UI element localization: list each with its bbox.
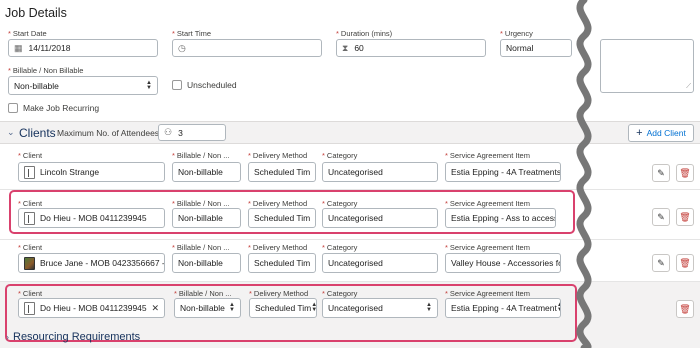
urgency-field[interactable]: Normal bbox=[500, 39, 572, 57]
client-field[interactable]: Lincoln Strange bbox=[18, 162, 165, 182]
select-arrows-icon: ▲▼ bbox=[146, 79, 152, 91]
category-col-label: * Category bbox=[322, 243, 358, 252]
billable-field[interactable]: Non-billable bbox=[172, 162, 241, 182]
service-col-label: * Service Agreement Item bbox=[445, 243, 530, 252]
billable-field[interactable]: Non-billable bbox=[172, 253, 241, 273]
clients-title: Clients bbox=[19, 126, 56, 140]
edit-row-button[interactable]: ✎ bbox=[652, 208, 670, 226]
trash-icon: 🗑 bbox=[679, 303, 691, 314]
resourcing-section-header[interactable]: › Resourcing Requirements bbox=[6, 331, 140, 343]
delete-row-button[interactable]: 🗑 bbox=[676, 254, 694, 272]
delivery-field[interactable]: Scheduled Tim bbox=[248, 253, 316, 273]
delete-row-button[interactable]: 🗑 bbox=[676, 164, 694, 182]
urgency-label: * Urgency bbox=[500, 29, 533, 38]
category-col-label: * Category bbox=[322, 151, 358, 160]
client-label: * Client bbox=[18, 151, 43, 160]
trash-icon: 🗑 bbox=[679, 257, 691, 268]
delivery-col-label: * Delivery Method bbox=[248, 151, 308, 160]
start-time-field[interactable]: ◷ bbox=[172, 39, 322, 57]
resize-handle-icon[interactable]: ⟋ bbox=[686, 83, 691, 91]
client-field[interactable]: Bruce Jane - MOB 0423356667 - D bbox=[18, 253, 165, 273]
delete-row-button[interactable]: 🗑 bbox=[676, 300, 694, 318]
delivery-col-label: * Delivery Method bbox=[248, 243, 308, 252]
service-field[interactable]: Valley House - Accessories fo bbox=[445, 253, 561, 273]
billable-col-label: * Billable / Non ... bbox=[172, 151, 230, 160]
max-attendees-field[interactable]: ⚇ 3 bbox=[158, 124, 226, 141]
add-client-button[interactable]: + Add Client bbox=[628, 124, 694, 142]
billable-label: * Billable / Non Billable bbox=[8, 66, 84, 75]
edit-row-button[interactable]: ✎ bbox=[652, 164, 670, 182]
plus-icon: + bbox=[636, 127, 643, 139]
pencil-icon: ✎ bbox=[657, 167, 665, 178]
torn-edge-decoration bbox=[576, 0, 592, 348]
edit-row-button[interactable]: ✎ bbox=[652, 254, 670, 272]
service-col-label: * Service Agreement Item bbox=[445, 151, 530, 160]
category-field[interactable]: Uncategorised bbox=[322, 162, 438, 182]
delivery-field[interactable]: Scheduled Tim bbox=[248, 162, 316, 182]
service-field[interactable]: Estia Epping - 4A Treatments bbox=[445, 162, 561, 182]
user-icon: ⚇ bbox=[164, 127, 173, 137]
recurring-checkbox[interactable] bbox=[8, 103, 18, 113]
max-attendees-label: Maximum No. of Attendees bbox=[57, 128, 160, 138]
highlight-box bbox=[9, 190, 575, 234]
contact-photo-icon bbox=[24, 256, 35, 270]
category-field[interactable]: Uncategorised bbox=[322, 253, 438, 273]
start-date-label: * Start Date bbox=[8, 29, 47, 38]
calendar-icon: ▦ bbox=[14, 42, 23, 53]
delete-row-button[interactable]: 🗑 bbox=[676, 208, 694, 226]
recurring-label: Make Job Recurring bbox=[23, 103, 100, 113]
pencil-icon: ✎ bbox=[657, 211, 665, 222]
chevron-right-icon: › bbox=[6, 332, 9, 342]
contact-icon bbox=[24, 165, 35, 179]
duration-label: * Duration (mins) bbox=[336, 29, 393, 38]
unscheduled-label: Unscheduled bbox=[187, 80, 237, 90]
hourglass-icon: ⧗ bbox=[342, 42, 349, 53]
chevron-down-icon[interactable]: ⌄ bbox=[7, 127, 15, 138]
pencil-icon: ✎ bbox=[657, 257, 665, 268]
clock-icon: ◷ bbox=[178, 42, 186, 53]
billable-col-label: * Billable / Non ... bbox=[172, 243, 230, 252]
trash-icon: 🗑 bbox=[679, 167, 691, 178]
start-time-label: * Start Time bbox=[172, 29, 212, 38]
job-details-title: Job Details bbox=[5, 6, 67, 20]
client-label: * Client bbox=[18, 243, 43, 252]
duration-field[interactable]: ⧗ 60 bbox=[336, 39, 486, 57]
unscheduled-checkbox[interactable] bbox=[172, 80, 182, 90]
billable-select[interactable]: Non-billable ▲ ▼ bbox=[8, 76, 158, 95]
notes-textarea[interactable]: ⟋ bbox=[600, 39, 694, 93]
trash-icon: 🗑 bbox=[679, 211, 691, 222]
start-date-field[interactable]: ▦ 14/11/2018 bbox=[8, 39, 158, 57]
